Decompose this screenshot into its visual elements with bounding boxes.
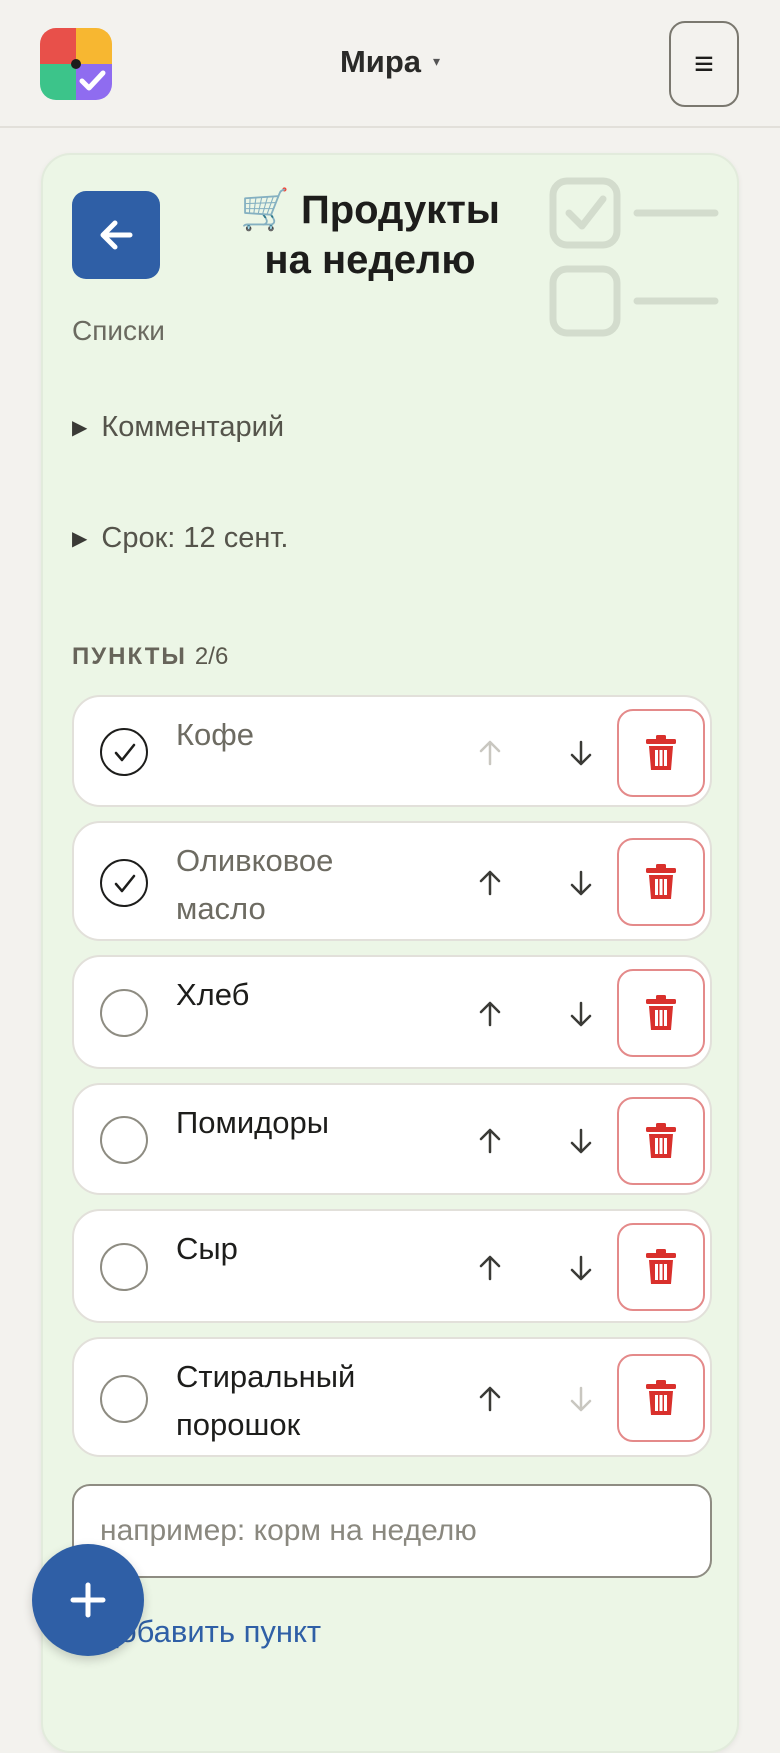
item-checkbox[interactable] (100, 1243, 148, 1291)
list-item: Кофе (72, 695, 712, 807)
move-down-button[interactable] (561, 863, 601, 903)
trash-icon (646, 735, 676, 770)
delete-item-button[interactable] (617, 709, 705, 797)
delete-item-button[interactable] (617, 838, 705, 926)
item-text: Хлеб (176, 977, 250, 1012)
move-up-button[interactable] (470, 1248, 510, 1288)
triangle-right-icon: ▶ (72, 417, 88, 439)
plus-icon (70, 1582, 106, 1618)
profile-switcher[interactable]: Мира ▾ (0, 44, 780, 80)
profile-name: Мира (339, 44, 422, 79)
checklist-decoration-icon (549, 177, 719, 337)
hamburger-icon: ≡ (694, 44, 714, 83)
arrow-down-icon (570, 1255, 592, 1281)
cart-emoji: 🛒 (240, 188, 290, 232)
list-item: Оливковое масло (72, 821, 712, 941)
item-checkbox[interactable] (100, 728, 148, 776)
move-down-button (561, 1379, 601, 1419)
arrow-up-icon (479, 1001, 501, 1027)
move-up-button[interactable] (470, 863, 510, 903)
list-item: Сыр (72, 1209, 712, 1323)
arrow-down-icon (570, 1128, 592, 1154)
top-bar: Мира ▾ ≡ (0, 0, 780, 128)
move-down-button[interactable] (561, 733, 601, 773)
move-up-button[interactable] (470, 1379, 510, 1419)
item-checkbox[interactable] (100, 859, 148, 907)
item-text: Сыр (176, 1231, 238, 1266)
trash-icon (646, 1249, 676, 1284)
item-checkbox[interactable] (100, 989, 148, 1037)
trash-icon (646, 1123, 676, 1158)
arrow-down-icon (570, 1386, 592, 1412)
arrow-up-icon (479, 1128, 501, 1154)
chevron-down-icon: ▾ (433, 53, 441, 69)
arrow-down-icon (570, 870, 592, 896)
move-up-button (470, 733, 510, 773)
back-button[interactable] (72, 191, 160, 279)
move-down-button[interactable] (561, 994, 601, 1034)
item-text: Оливковое масло (176, 843, 334, 926)
arrow-up-icon (479, 1386, 501, 1412)
comment-toggle[interactable]: ▶ Комментарий (72, 411, 284, 444)
list-card: 🛒 Продукты на неделю Списки ▶ Комментари… (41, 153, 739, 1753)
item-checkbox[interactable] (100, 1116, 148, 1164)
arrow-down-icon (570, 740, 592, 766)
list-item: Стиральный порошок (72, 1337, 712, 1457)
list-item: Помидоры (72, 1083, 712, 1195)
items-section-label: ПУНКТЫ 2/6 (72, 643, 229, 670)
list-item: Хлеб (72, 955, 712, 1069)
move-up-button[interactable] (470, 994, 510, 1034)
check-icon (114, 743, 136, 762)
move-up-button[interactable] (470, 1121, 510, 1161)
arrow-left-icon (100, 220, 133, 250)
item-text: Помидоры (176, 1105, 330, 1140)
item-text: Кофе (176, 717, 255, 752)
delete-item-button[interactable] (617, 1097, 705, 1185)
delete-item-button[interactable] (617, 1223, 705, 1311)
item-text: Стиральный порошок (176, 1359, 356, 1442)
arrow-down-icon (570, 1001, 592, 1027)
move-down-button[interactable] (561, 1121, 601, 1161)
arrow-up-icon (479, 740, 501, 766)
triangle-right-icon: ▶ (72, 528, 88, 550)
breadcrumb-lists[interactable]: Списки (72, 315, 165, 347)
trash-icon (646, 864, 676, 899)
trash-icon (646, 995, 676, 1030)
menu-button[interactable]: ≡ (669, 21, 739, 107)
due-date-toggle[interactable]: ▶ Срок: 12 сент. (72, 522, 288, 555)
fab-add-button[interactable] (32, 1544, 144, 1656)
delete-item-button[interactable] (617, 969, 705, 1057)
page-title: 🛒 Продукты на неделю (240, 188, 500, 282)
item-checkbox[interactable] (100, 1375, 148, 1423)
trash-icon (646, 1380, 676, 1415)
arrow-up-icon (479, 1255, 501, 1281)
new-item-input[interactable] (72, 1484, 712, 1578)
check-icon (114, 874, 136, 893)
arrow-up-icon (479, 870, 501, 896)
move-down-button[interactable] (561, 1248, 601, 1288)
delete-item-button[interactable] (617, 1354, 705, 1442)
